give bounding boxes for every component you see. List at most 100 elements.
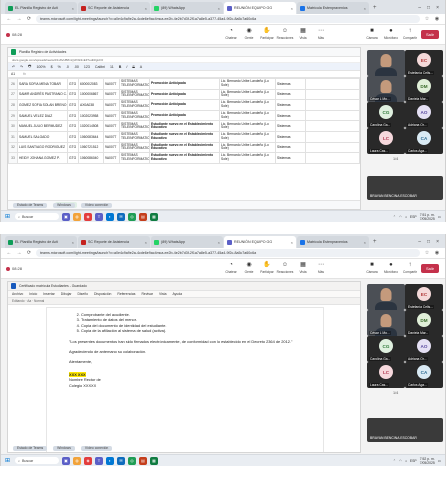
maximize-icon[interactable]: □ bbox=[427, 236, 430, 248]
browser-tab[interactable]: (89) WhatsApp × bbox=[151, 2, 223, 14]
table-row[interactable]: 33 HEIDY JOHANA GOMEZ P. GTG 1060086040 9A00… bbox=[8, 152, 360, 164]
cell-no[interactable]: 29 bbox=[8, 109, 18, 122]
close-icon[interactable]: × bbox=[364, 240, 366, 245]
cell-a[interactable]: GTG bbox=[67, 152, 79, 164]
taskbar-app-icon[interactable]: ◎ bbox=[128, 212, 136, 221]
gallery-page-indicator[interactable]: 1/4 bbox=[393, 391, 398, 395]
participant-tile[interactable]: AO Adriana Or... bbox=[405, 102, 443, 128]
cell-area[interactable]: Sistemas bbox=[275, 120, 306, 132]
cell-who[interactable]: Lic. Bernardo Uribe Landeño (Lo Sole) bbox=[219, 152, 276, 164]
cell-status[interactable]: Promoción Anticipada bbox=[149, 99, 220, 111]
cell-area[interactable]: Sistemas bbox=[275, 99, 306, 111]
microphone-button[interactable]: ● Micrófono bbox=[383, 261, 399, 274]
close-icon[interactable]: × bbox=[291, 240, 293, 245]
maximize-icon[interactable]: □ bbox=[427, 2, 430, 14]
more-button[interactable]: ⋯ Más bbox=[313, 27, 329, 40]
taskbar-search[interactable]: ⌕ Buscar bbox=[15, 213, 59, 220]
menu-item[interactable]: Diseño bbox=[77, 292, 88, 296]
view-button[interactable]: ▦ Vista bbox=[295, 261, 311, 274]
cell-c[interactable]: 9A0077 bbox=[103, 99, 120, 111]
taskbar-app-icon[interactable]: ✉ bbox=[117, 212, 125, 221]
windows-start-icon[interactable]: ⊞ bbox=[5, 213, 12, 220]
table-row[interactable]: 28 GOMEZ SOFIA SOLAN BRENO GTG AX0A038 9A007… bbox=[8, 99, 360, 111]
participant-tile[interactable]: LC Laura Cas... bbox=[367, 362, 405, 388]
microphone-button[interactable]: ● Micrófono bbox=[383, 27, 399, 40]
taskbar-app-icon[interactable]: ◈ bbox=[84, 456, 92, 465]
cell-no[interactable]: 33 bbox=[8, 152, 18, 164]
status-chip[interactable]: Windows bbox=[53, 446, 75, 451]
cell-b[interactable]: AX0A038 bbox=[78, 99, 104, 111]
participant-tile[interactable]: EC Estefanía Celis... bbox=[405, 50, 443, 76]
status-chip[interactable]: Vídeo conexión bbox=[80, 446, 113, 451]
close-icon[interactable]: × bbox=[364, 6, 366, 11]
cell-status[interactable]: Estudiante nuevo en el Establecimiento E… bbox=[149, 141, 220, 154]
browser-tab-active[interactable]: REUNIÓN EQUIPO GG × bbox=[224, 2, 296, 14]
menu-item[interactable]: Dibujar bbox=[61, 292, 72, 296]
volume-icon[interactable]: ◖ bbox=[405, 215, 407, 219]
cell-no[interactable]: 32 bbox=[8, 141, 18, 154]
browser-tab[interactable]: Matrícula Estenpravenios × bbox=[297, 236, 369, 248]
url-field[interactable]: teams.microsoft.com/light-meetings/launc… bbox=[36, 249, 420, 257]
bold-button[interactable]: B bbox=[119, 65, 122, 69]
cell-a[interactable]: GTG bbox=[67, 120, 79, 132]
cell-no[interactable]: 28 bbox=[8, 99, 18, 111]
cell-d[interactable]: SISTEMAS TELEINFORMATICOS bbox=[119, 130, 150, 143]
menu-item[interactable]: Inicio bbox=[29, 292, 37, 296]
document-page[interactable]: Comprobante del acudiente. Tratamiento d… bbox=[46, 307, 324, 452]
browser-tab[interactable]: EL Planilla Registro de Acti × bbox=[5, 236, 77, 248]
cell-who[interactable]: Lic. Bernardo Uribe Landeño (Lo Sole) bbox=[219, 120, 276, 132]
profile-icon[interactable]: ◉ bbox=[434, 16, 440, 22]
self-video-tile[interactable]: BRAYAN BENCINA ESCOBAR bbox=[367, 418, 443, 442]
taskbar-app-icon[interactable]: ▦ bbox=[150, 456, 158, 465]
browser-tab[interactable]: EL Planilla Registro de Acti × bbox=[5, 2, 77, 14]
cell-a[interactable]: GTG bbox=[67, 130, 79, 143]
cell-name[interactable]: LUIS SANTIAGO RODRIGUEZ bbox=[17, 141, 68, 154]
people-button[interactable]: ◉ Gente bbox=[241, 261, 257, 274]
cell-a[interactable]: GTG bbox=[67, 99, 79, 111]
minimize-icon[interactable]: – bbox=[418, 2, 421, 14]
cell-c[interactable]: 9A0077 bbox=[103, 130, 120, 143]
chat-button[interactable]: ◔ Chatear bbox=[223, 27, 239, 40]
menu-item[interactable]: Referencias bbox=[117, 292, 135, 296]
cell-who[interactable]: Lic. Bernardo Uribe Landeño (Lo Sole) bbox=[219, 88, 276, 101]
language-indicator[interactable]: ESP bbox=[410, 215, 417, 219]
wifi-icon[interactable]: ◠ bbox=[399, 215, 402, 219]
cell-no[interactable]: 31 bbox=[8, 130, 18, 143]
cell-area[interactable]: Sistemas bbox=[275, 152, 306, 164]
participant-tile[interactable]: CA Carlos Aga... bbox=[405, 128, 443, 154]
participant-tile[interactable]: César L Mo... bbox=[367, 76, 405, 102]
taskbar-app-icon[interactable]: ◎ bbox=[128, 456, 136, 465]
more-button[interactable]: ⋯ Más bbox=[313, 261, 329, 274]
cell-name[interactable]: SAMUEL VELEZ DIAZ bbox=[17, 109, 68, 122]
cell-who[interactable]: Lic. Bernardo Uribe Landeño (Lo Sole) bbox=[219, 99, 276, 111]
cell-name[interactable]: MANUEL JULIO BERMUDEZ bbox=[17, 120, 68, 132]
participant-tile[interactable]: CA Carlos Aga... bbox=[405, 362, 443, 388]
cell-empty[interactable] bbox=[305, 152, 360, 164]
table-row[interactable]: 27 SAMIR ANDRÉS PASTRANO C. GTG 1000006867 9… bbox=[8, 88, 360, 101]
browser-tab[interactable]: (89) WhatsApp × bbox=[151, 236, 223, 248]
cell-empty[interactable] bbox=[305, 141, 360, 154]
cell-c[interactable]: 9A0077 bbox=[103, 78, 120, 90]
new-tab-button[interactable]: + bbox=[370, 2, 380, 14]
taskbar-app-icon[interactable]: ◍ bbox=[73, 212, 81, 221]
participant-tile[interactable]: EC Estefanía Celis... bbox=[405, 284, 443, 310]
cell-name[interactable]: GOMEZ SOFIA SOLAN BRENO bbox=[17, 99, 68, 111]
menu-item[interactable]: Vista bbox=[159, 292, 166, 296]
participant-tile[interactable]: AO Adriana Or... bbox=[405, 336, 443, 362]
forward-icon[interactable]: → bbox=[16, 250, 22, 256]
reactions-button[interactable]: ☺ Reacciones bbox=[277, 27, 294, 40]
cell-no[interactable]: 27 bbox=[8, 88, 18, 101]
presenter-video-tile[interactable] bbox=[367, 284, 405, 310]
cell-who[interactable]: Lic. Bernardo Uribe Landeño (Lo Sole) bbox=[219, 109, 276, 122]
cell-b[interactable]: 1000006867 bbox=[78, 88, 104, 101]
cell-empty[interactable] bbox=[305, 130, 360, 143]
font-select[interactable]: Calibri bbox=[95, 65, 105, 69]
cell-b[interactable]: 1060721512 bbox=[78, 141, 104, 154]
leave-button[interactable]: Salir bbox=[420, 264, 439, 273]
cell-a[interactable]: GTG bbox=[67, 78, 79, 90]
close-icon[interactable]: × bbox=[218, 240, 220, 245]
cell-area[interactable]: Sistemas bbox=[275, 130, 306, 143]
participant-tile[interactable]: César L Mo... bbox=[367, 310, 405, 336]
cell-who[interactable]: Lic. Bernardo Uribe Landeño (Lo Sole) bbox=[219, 130, 276, 143]
close-window-icon[interactable]: × bbox=[436, 236, 439, 248]
